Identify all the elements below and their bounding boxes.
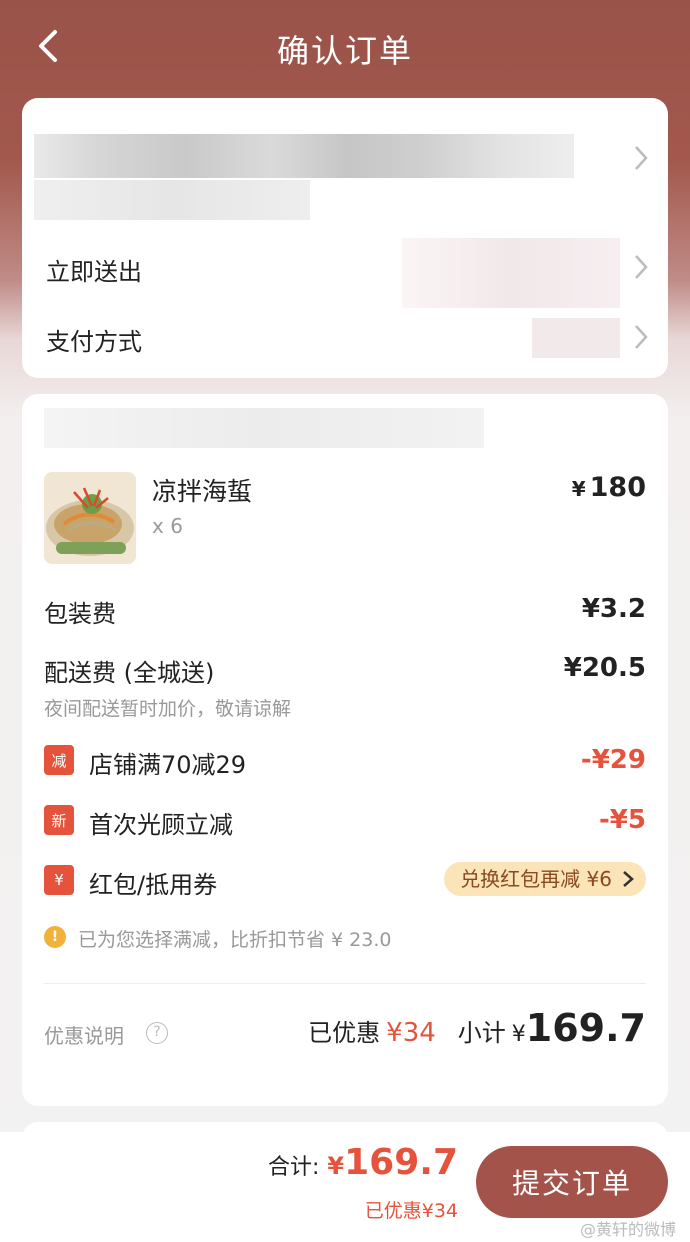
discount-hint: 已为您选择满减，比折扣节省 ¥ 23.0 [78,929,392,951]
redeem-coupon-button[interactable]: 兑换红包再减 ¥6 [444,862,646,896]
chevron-right-icon [635,325,648,349]
info-icon: ! [44,926,66,948]
delivery-time-redacted [402,238,620,308]
total-amount: 169.7 [344,1142,458,1183]
submit-order-button[interactable]: 提交订单 [476,1146,668,1218]
dish-price: ¥180 [571,472,646,503]
total-row: 合计: ¥ 169.7 [268,1142,458,1183]
chevron-right-icon [623,871,634,887]
subtotal-amount: 169.7 [525,1006,646,1050]
chevron-right-icon [635,255,648,279]
shop-name-redacted [44,408,484,448]
payment-method-label: 支付方式 [46,328,142,356]
contact-redacted [34,180,310,220]
app-header: 确认订单 [0,0,690,92]
dish-quantity: x 6 [152,514,183,538]
subtotal-row: 已优惠 ¥34 小计 ¥ 169.7 [308,1006,646,1050]
delivery-time-label: 立即送出 [46,258,142,286]
redeem-coupon-label: 兑换红包再减 ¥6 [460,867,612,891]
subtotal-label: 小计 [457,1019,506,1047]
address-card: 立即送出 支付方式 [22,98,668,378]
delivery-fee-note: 夜间配送暂时加价，敬请谅解 [44,698,292,720]
shop-discount-label: 店铺满70减29 [89,751,247,779]
address-row[interactable] [22,98,668,223]
subtotal-currency: ¥ [511,1022,526,1047]
address-redacted [34,134,574,178]
discount-icon: 减 [44,745,74,775]
shop-discount-amount: -¥29 [580,745,646,775]
saved-label: 已优惠 [308,1019,381,1047]
delivery-time-row[interactable]: 立即送出 [22,238,668,308]
help-icon[interactable]: ? [146,1022,168,1044]
page-title: 确认订单 [276,32,413,70]
discount-info-label: 优惠说明 [44,1024,124,1048]
delivery-fee-label: 配送费 (全城送) [44,659,215,687]
total-saved: 已优惠¥34 [364,1200,458,1222]
dish-image [44,472,136,564]
total-label: 合计: [268,1155,320,1180]
divider [44,983,646,984]
packaging-fee-label: 包装费 [44,600,116,628]
dish-name: 凉拌海蜇 [152,477,253,506]
payment-method-row[interactable]: 支付方式 [22,308,668,366]
saved-amount: ¥34 [386,1018,436,1048]
new-customer-label: 首次光顾立减 [89,811,233,839]
packaging-fee-amount: ¥3.2 [581,594,646,624]
watermark: @黄轩的微博 [579,1220,676,1239]
new-customer-icon: 新 [44,805,74,835]
coupon-label: 红包/抵用券 [89,871,218,899]
delivery-fee-amount: ¥20.5 [563,653,646,683]
new-customer-amount: -¥5 [599,805,646,835]
total-currency: ¥ [327,1152,345,1180]
chevron-right-icon [635,146,648,170]
coupon-icon: ¥ [44,865,74,895]
payment-value-redacted [532,318,620,358]
order-card: 凉拌海蜇 x 6 ¥180 包装费 ¥3.2 配送费 (全城送) ¥20.5 夜… [22,394,668,1106]
